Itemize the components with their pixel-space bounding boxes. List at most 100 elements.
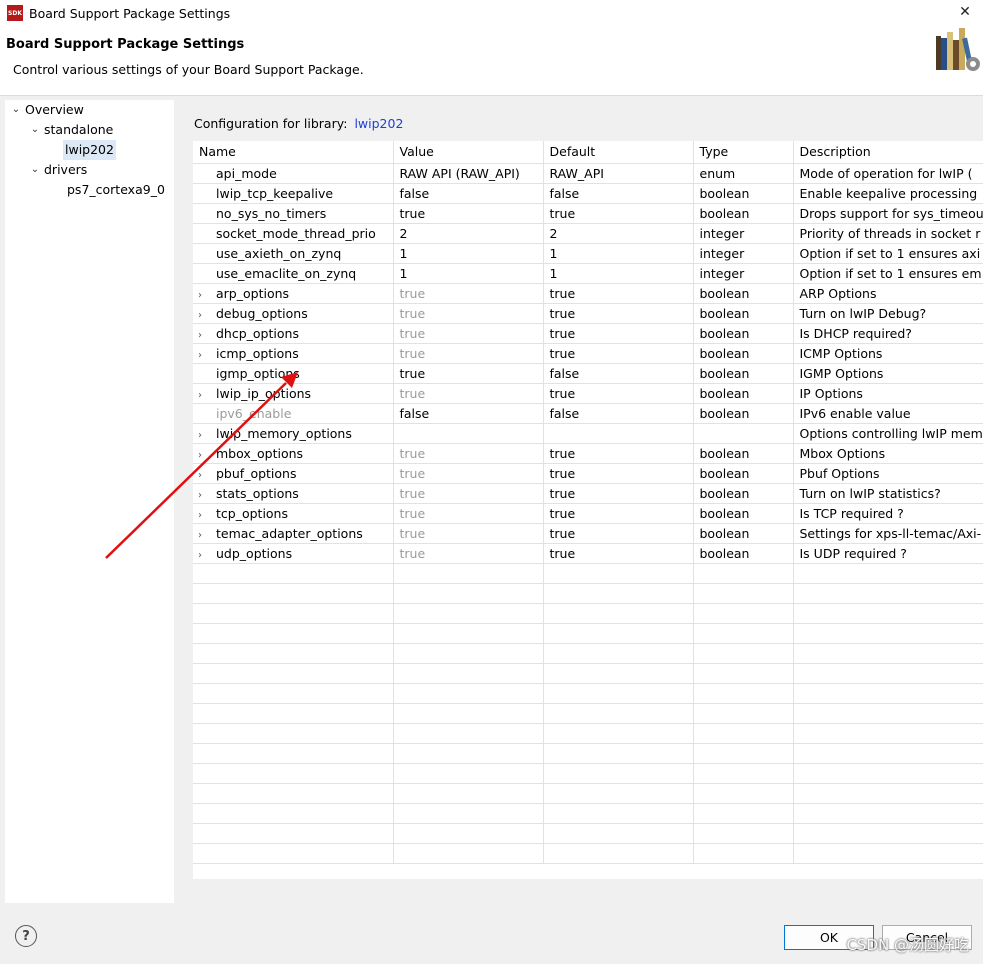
table-row[interactable]: ›lwip_memory_optionsOptions controlling … xyxy=(193,423,983,443)
cell-value[interactable]: 1 xyxy=(393,263,543,283)
cell-value[interactable]: true xyxy=(393,363,543,383)
cell-default: RAW_API xyxy=(543,163,693,183)
chevron-right-icon[interactable]: › xyxy=(198,450,216,461)
library-link[interactable]: lwip202 xyxy=(354,116,403,131)
column-header-name[interactable]: Name xyxy=(193,141,393,163)
cell-type: boolean xyxy=(693,523,793,543)
cell-value[interactable]: true xyxy=(393,503,543,523)
chevron-right-icon[interactable]: › xyxy=(198,530,216,541)
tree-item-lwip202[interactable]: lwip202 xyxy=(63,140,116,160)
column-header-value[interactable]: Value xyxy=(393,141,543,163)
cell-value[interactable]: true xyxy=(393,303,543,323)
row-name-text: igmp_options xyxy=(216,366,300,381)
empty-cell xyxy=(543,663,693,683)
table-row[interactable]: igmp_optionstruefalsebooleanIGMP Options xyxy=(193,363,983,383)
cell-value[interactable] xyxy=(393,423,543,443)
chevron-down-icon[interactable]: ⌄ xyxy=(9,100,23,120)
empty-cell xyxy=(543,583,693,603)
tree-item-drivers[interactable]: ⌄ drivers xyxy=(28,160,89,180)
row-name-text: udp_options xyxy=(216,546,292,561)
cell-name: ›temac_adapter_options xyxy=(193,523,393,543)
cell-value[interactable]: RAW API (RAW_API) xyxy=(393,163,543,183)
table-row[interactable]: socket_mode_thread_prio22integerPriority… xyxy=(193,223,983,243)
cell-value[interactable]: true xyxy=(393,323,543,343)
empty-cell xyxy=(543,603,693,623)
tree-item-ps7-cortexa9-0[interactable]: ps7_cortexa9_0 xyxy=(65,180,167,200)
empty-cell xyxy=(793,603,983,623)
chevron-right-icon[interactable]: › xyxy=(198,330,216,341)
table-row[interactable]: ›temac_adapter_optionstruetruebooleanSet… xyxy=(193,523,983,543)
table-row[interactable]: ›dhcp_optionstruetruebooleanIs DHCP requ… xyxy=(193,323,983,343)
cell-value[interactable]: true xyxy=(393,443,543,463)
empty-cell xyxy=(793,803,983,823)
table-row[interactable]: ›lwip_ip_optionstruetruebooleanIP Option… xyxy=(193,383,983,403)
cell-value[interactable]: true xyxy=(393,283,543,303)
chevron-right-icon[interactable]: › xyxy=(198,290,216,301)
tree-item-standalone[interactable]: ⌄ standalone xyxy=(28,120,115,140)
cell-description: Is TCP required ? xyxy=(793,503,983,523)
cell-value[interactable]: 2 xyxy=(393,223,543,243)
empty-cell xyxy=(393,643,543,663)
column-header-default[interactable]: Default xyxy=(543,141,693,163)
table-row[interactable]: ›tcp_optionstruetruebooleanIs TCP requir… xyxy=(193,503,983,523)
empty-row xyxy=(193,603,983,623)
chevron-down-icon[interactable]: ⌄ xyxy=(28,160,42,180)
table-row[interactable]: use_axieth_on_zynq11integerOption if set… xyxy=(193,243,983,263)
row-name-text: socket_mode_thread_prio xyxy=(216,226,376,241)
empty-cell xyxy=(693,823,793,843)
table-row[interactable]: api_modeRAW API (RAW_API)RAW_APIenumMode… xyxy=(193,163,983,183)
table-row[interactable]: no_sys_no_timerstruetruebooleanDrops sup… xyxy=(193,203,983,223)
empty-row xyxy=(193,683,983,703)
cell-value[interactable]: true xyxy=(393,543,543,563)
empty-cell xyxy=(693,683,793,703)
table-row[interactable]: ›stats_optionstruetruebooleanTurn on lwI… xyxy=(193,483,983,503)
cell-type: boolean xyxy=(693,503,793,523)
chevron-right-icon[interactable]: › xyxy=(198,470,216,481)
cell-value[interactable]: false xyxy=(393,403,543,423)
chevron-right-icon[interactable]: › xyxy=(198,390,216,401)
cell-value[interactable]: true xyxy=(393,203,543,223)
table-row[interactable]: lwip_tcp_keepalivefalsefalsebooleanEnabl… xyxy=(193,183,983,203)
chevron-right-icon[interactable]: › xyxy=(198,510,216,521)
cell-value[interactable]: true xyxy=(393,523,543,543)
cell-value[interactable]: false xyxy=(393,183,543,203)
column-header-type[interactable]: Type xyxy=(693,141,793,163)
table-row[interactable]: ›pbuf_optionstruetruebooleanPbuf Options xyxy=(193,463,983,483)
chevron-right-icon[interactable]: › xyxy=(198,550,216,561)
chevron-down-icon[interactable]: ⌄ xyxy=(28,120,42,140)
empty-cell xyxy=(693,803,793,823)
table-row[interactable]: ›mbox_optionstruetruebooleanMbox Options xyxy=(193,443,983,463)
help-icon[interactable]: ? xyxy=(15,925,37,947)
table-row[interactable]: use_emaclite_on_zynq11integerOption if s… xyxy=(193,263,983,283)
chevron-right-icon[interactable]: › xyxy=(198,490,216,501)
chevron-right-icon[interactable]: › xyxy=(198,350,216,361)
header-subtitle: Control various settings of your Board S… xyxy=(13,62,364,77)
column-header-description[interactable]: Description xyxy=(793,141,983,163)
cell-value[interactable]: true xyxy=(393,383,543,403)
table-row[interactable]: ipv6_enablefalsefalsebooleanIPv6 enable … xyxy=(193,403,983,423)
cell-value[interactable]: true xyxy=(393,463,543,483)
tree-item-label: drivers xyxy=(42,160,89,180)
empty-row xyxy=(193,803,983,823)
empty-row xyxy=(193,623,983,643)
cell-type: boolean xyxy=(693,463,793,483)
empty-cell xyxy=(193,603,393,623)
window-title: Board Support Package Settings xyxy=(29,6,230,21)
cell-default: true xyxy=(543,343,693,363)
cell-value[interactable]: true xyxy=(393,483,543,503)
empty-cell xyxy=(793,703,983,723)
empty-cell xyxy=(543,623,693,643)
table-row[interactable]: ›udp_optionstruetruebooleanIs UDP requir… xyxy=(193,543,983,563)
tree-item-label: standalone xyxy=(42,120,115,140)
chevron-right-icon[interactable]: › xyxy=(198,430,216,441)
close-button[interactable]: ✕ xyxy=(947,0,983,24)
chevron-right-icon[interactable]: › xyxy=(198,310,216,321)
table-row[interactable]: ›icmp_optionstruetruebooleanICMP Options xyxy=(193,343,983,363)
empty-cell xyxy=(393,823,543,843)
table-row[interactable]: ›debug_optionstruetruebooleanTurn on lwI… xyxy=(193,303,983,323)
cell-name: api_mode xyxy=(193,163,393,183)
cell-value[interactable]: true xyxy=(393,343,543,363)
tree-item-overview[interactable]: ⌄ Overview xyxy=(9,100,86,120)
table-row[interactable]: ›arp_optionstruetruebooleanARP Options xyxy=(193,283,983,303)
cell-value[interactable]: 1 xyxy=(393,243,543,263)
